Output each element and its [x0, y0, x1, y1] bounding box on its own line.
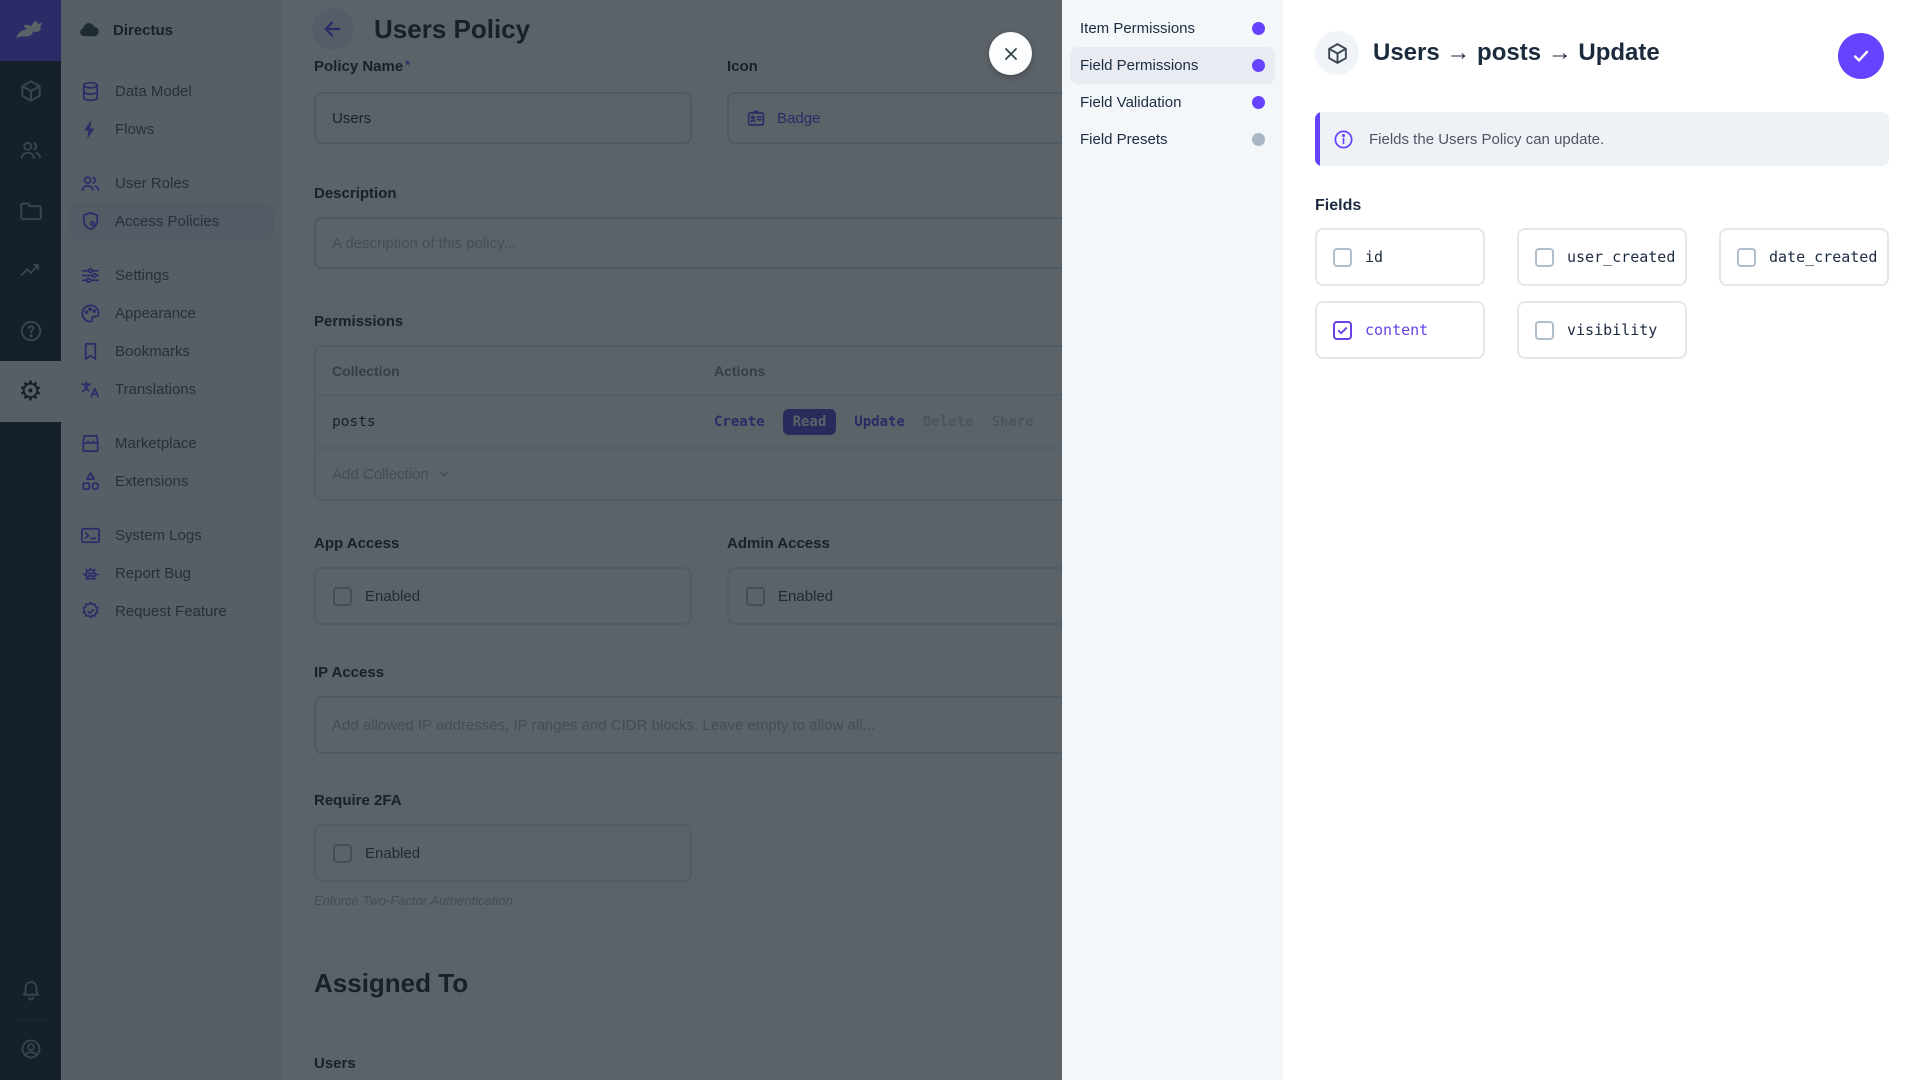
- drawer-header: Users → posts → Update: [1315, 31, 1660, 75]
- cube-icon: [1327, 42, 1347, 64]
- check-icon: [1853, 50, 1869, 62]
- status-dot: [1252, 22, 1265, 35]
- status-dot: [1252, 133, 1265, 146]
- close-drawer-button[interactable]: [989, 32, 1032, 75]
- permissions-drawer: Item Permissions Field Permissions Field…: [989, 0, 1920, 1080]
- check-icon: [1337, 326, 1348, 334]
- field-card-content[interactable]: content: [1315, 301, 1485, 359]
- drawer-nav-field-validation[interactable]: Field Validation: [1070, 84, 1275, 121]
- status-dot: [1252, 96, 1265, 109]
- info-banner: Fields the Users Policy can update.: [1315, 112, 1889, 166]
- field-checkbox[interactable]: [1737, 247, 1756, 267]
- drawer-nav-field-presets[interactable]: Field Presets: [1070, 121, 1275, 158]
- field-card-visibility[interactable]: visibility: [1517, 301, 1687, 359]
- fields-section-label: Fields: [1315, 197, 1362, 214]
- info-banner-text: Fields the Users Policy can update.: [1369, 130, 1605, 148]
- info-icon: [1334, 129, 1353, 149]
- field-card-id[interactable]: id: [1315, 228, 1485, 286]
- save-button[interactable]: [1838, 33, 1884, 79]
- field-card-date-created[interactable]: date_created: [1719, 228, 1889, 286]
- status-dot: [1252, 59, 1265, 72]
- field-checkbox[interactable]: [1333, 247, 1352, 267]
- field-checkbox-checked[interactable]: [1333, 320, 1352, 340]
- drawer-nav: Item Permissions Field Permissions Field…: [1062, 0, 1283, 1080]
- directus-app: Users Policy Policy Name* Users Icon Bad…: [0, 0, 1920, 1080]
- drawer-nav-field-permissions[interactable]: Field Permissions: [1070, 47, 1275, 84]
- drawer-nav-item-permissions[interactable]: Item Permissions: [1070, 10, 1275, 47]
- field-checkbox[interactable]: [1535, 247, 1554, 267]
- drawer-title: Users → posts → Update: [1373, 39, 1660, 66]
- drawer-panel: Users → posts → Update Fields the Users …: [1283, 0, 1920, 1080]
- field-checkbox[interactable]: [1535, 320, 1554, 340]
- field-card-user-created[interactable]: user_created: [1517, 228, 1687, 286]
- close-icon: [1004, 47, 1017, 60]
- header-icon-circle: [1315, 31, 1359, 75]
